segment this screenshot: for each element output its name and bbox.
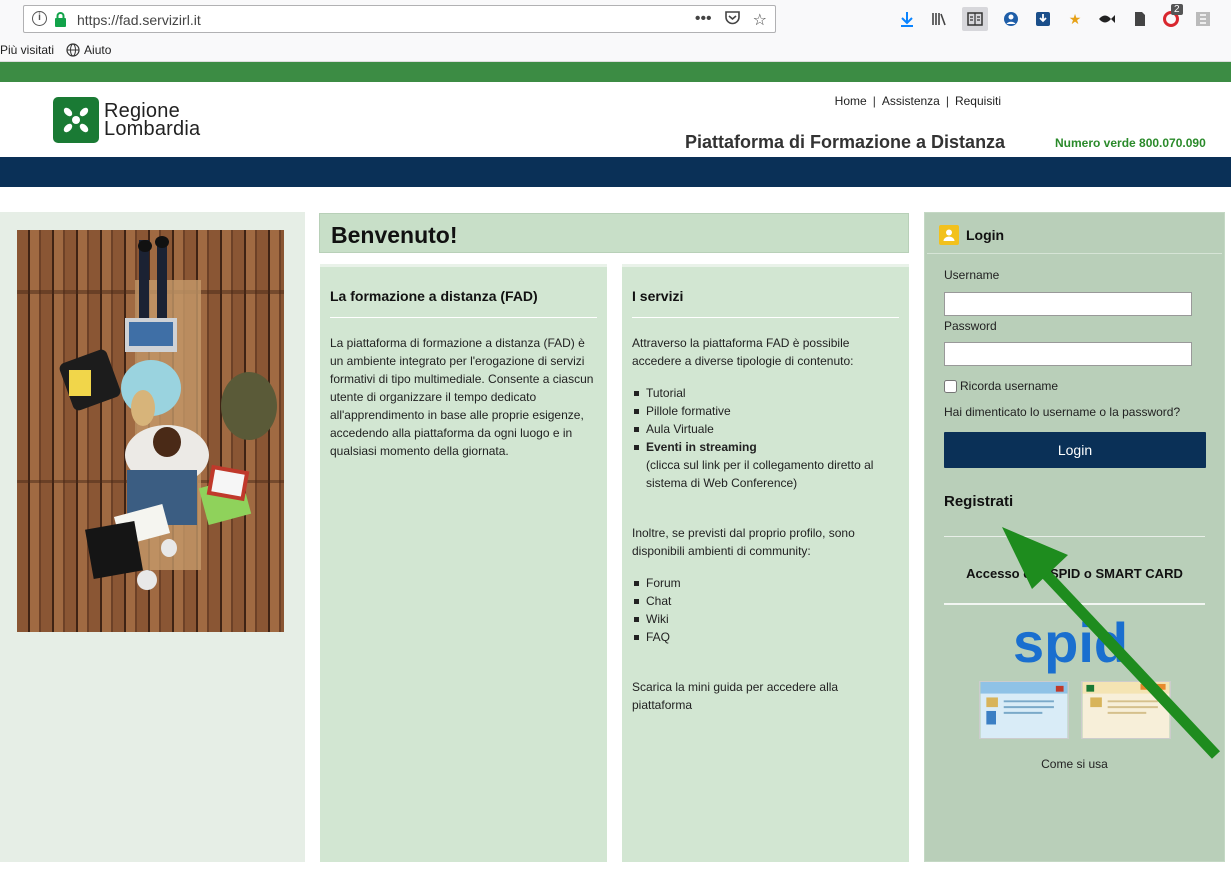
login-title: Login [966,227,1005,243]
welcome-title: Benvenuto! [331,222,458,248]
register-link[interactable]: Registrati [944,493,1013,510]
fish-extension-icon[interactable] [1098,10,1116,28]
fad-panel: La formazione a distanza (FAD) La piatta… [320,264,607,862]
user-icon [939,225,959,245]
account-icon[interactable] [1002,10,1020,28]
save-extension-icon[interactable] [1034,10,1052,28]
browser-chrome: i https://fad.servizirl.it ••• ☆ ★ 2 Più… [0,0,1231,62]
username-label: Username [944,268,1000,282]
left-image-column [0,212,305,862]
servizi-list: Tutorial Pillole formative Aula Virtuale… [632,384,899,492]
bookmark-star-icon[interactable]: ☆ [753,10,767,31]
username-input[interactable] [944,292,1192,316]
numero-verde: Numero verde 800.070.090 [1055,136,1206,150]
servizi-divider [632,317,899,318]
nav-assistenza[interactable]: Assistenza [882,94,940,108]
list-item-streaming[interactable]: Eventi in streaming (clicca sul link per… [632,438,899,492]
address-bar[interactable]: i https://fad.servizirl.it ••• ☆ [23,5,776,33]
list-item[interactable]: Tutorial [632,384,899,402]
students-photo [17,230,284,632]
menu-extension-icon[interactable] [1194,10,1212,28]
forgot-credentials-link[interactable]: Hai dimenticato lo username o la passwor… [944,405,1180,419]
login-header: Login [939,225,1004,245]
top-navigation: Home | Assistenza | Requisiti [834,94,1001,108]
top-green-bar [0,62,1231,82]
servizi-title: I servizi [632,288,684,304]
password-label: Password [944,319,997,333]
site-header: Regione Lombardia Home | Assistenza | Re… [0,82,1231,157]
community-list: Forum Chat Wiki FAQ [632,574,899,646]
logo-text: Regione Lombardia [104,100,201,140]
library-icon[interactable] [930,10,948,28]
info-icon[interactable]: i [32,11,47,26]
list-item[interactable]: Chat [632,592,899,610]
bookmark-piu-visitati[interactable]: Più visitati [0,43,54,57]
servizi-intro: Attraverso la piattaforma FAD è possibil… [632,336,854,368]
guide-link[interactable]: Scarica la mini guida per accedere alla … [632,678,899,714]
fad-description: La piattaforma di formazione a distanza … [330,336,594,458]
bookmark-aiuto[interactable]: Aiuto [66,43,111,57]
platform-title: Piattaforma di Formazione a Distanza [685,132,1006,152]
annotation-arrow [1002,527,1221,759]
remember-username: Ricorda username [944,379,1058,393]
evernote-icon[interactable] [1130,10,1148,28]
remember-label: Ricorda username [960,379,1059,393]
list-item[interactable]: Forum [632,574,899,592]
star-extension-icon[interactable]: ★ [1066,10,1084,28]
password-input[interactable] [944,342,1192,366]
list-item[interactable]: Wiki [632,610,899,628]
lock-icon [55,12,66,27]
navy-banner [0,157,1231,187]
download-icon[interactable] [898,10,916,28]
opera-extension-icon[interactable]: 2 [1162,4,1183,28]
login-button[interactable]: Login [944,432,1206,468]
list-item[interactable]: Aula Virtuale [632,420,899,438]
nav-requisiti[interactable]: Requisiti [955,94,1001,108]
fad-divider [330,317,597,318]
fad-title: La formazione a distanza (FAD) [330,288,538,304]
extension-badge: 2 [1171,4,1183,15]
community-intro: Inoltre, se previsti dal proprio profilo… [632,526,855,558]
list-item[interactable]: FAQ [632,628,899,646]
page-actions-icon[interactable]: ••• [695,10,712,31]
streaming-note: (clicca sul link per il collegamento dir… [646,458,874,490]
pocket-icon[interactable] [724,10,741,31]
remember-checkbox[interactable] [944,379,957,393]
globe-icon [66,43,80,57]
welcome-banner: Benvenuto! [319,213,909,253]
url-text[interactable]: https://fad.servizirl.it [77,12,201,28]
regione-lombardia-logo[interactable]: Regione Lombardia [53,97,200,143]
servizi-panel: I servizi Attraverso la piattaforma FAD … [622,264,909,862]
list-item[interactable]: Pillole formative [632,402,899,420]
logo-mark-icon [53,97,99,143]
nav-home[interactable]: Home [835,94,867,108]
reader-view-icon[interactable] [962,7,988,31]
bookmarks-toolbar: Più visitati Aiuto [0,40,111,60]
